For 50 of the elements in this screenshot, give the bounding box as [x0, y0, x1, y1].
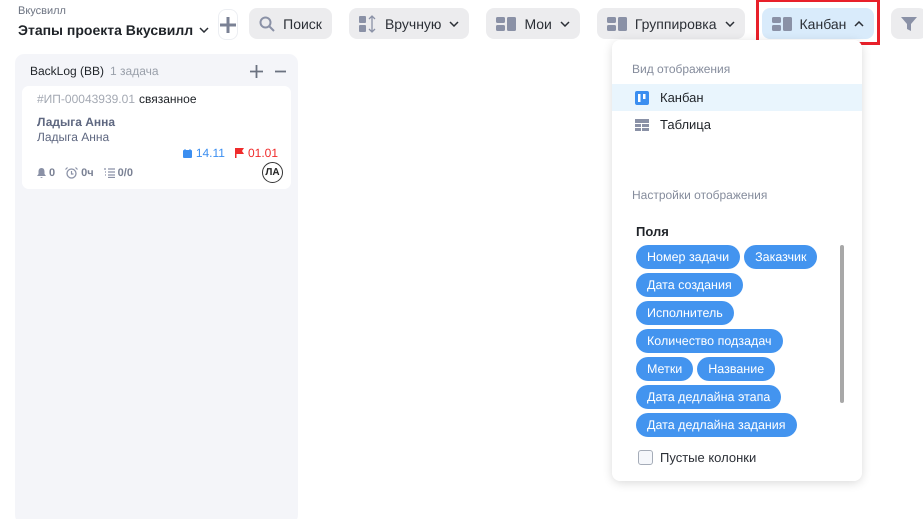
chevron-down-icon — [724, 20, 735, 26]
scrollbar[interactable] — [840, 245, 844, 403]
table-icon — [635, 118, 649, 130]
time-spent: 0ч — [81, 166, 94, 178]
view-option[interactable]: Таблица — [612, 111, 862, 138]
assignee-name: Ладыга Анна — [37, 130, 110, 144]
checklist-icon — [104, 168, 115, 178]
search-icon — [259, 16, 276, 32]
bell-icon — [37, 168, 46, 178]
task-count: 1 задача — [110, 64, 160, 78]
chevron-down-icon — [560, 20, 570, 26]
alarm-clock-icon — [65, 166, 78, 178]
checkbox-label: Пустые колонки — [660, 450, 756, 465]
chevron-up-icon — [854, 20, 864, 26]
filter-icon — [901, 16, 918, 32]
filter-button[interactable] — [891, 8, 923, 39]
start-date: 14.11 — [196, 146, 225, 160]
task-card[interactable]: #ИП-00043939.01 связанное Ладыга Анна Ладыга Анна 14.11 01.01 0 0ч 0/0 ЛА — [22, 86, 291, 189]
fields-heading: Поля — [635, 223, 670, 239]
section-label: Настройки отображения — [631, 188, 768, 202]
dropdown-button[interactable]: Группировка — [596, 8, 745, 39]
dropdown-button[interactable]: Вручную — [348, 8, 470, 39]
user-avatar: ЛА — [262, 162, 283, 183]
task-title: Ладыга Анна — [37, 115, 116, 129]
breadcrumb: Вкусвилл — [18, 4, 67, 18]
search-button[interactable]: Поиск — [249, 8, 332, 39]
chevron-down-icon — [199, 27, 210, 33]
plus-icon — [219, 16, 238, 34]
kanban-icon — [635, 90, 649, 104]
flag-icon — [234, 148, 244, 158]
task-number: #ИП-00043939.01 — [37, 92, 135, 106]
dropdown-button[interactable]: Мои — [486, 8, 580, 39]
plus-icon — [250, 64, 263, 78]
chevron-down-icon — [449, 20, 460, 26]
notification-count: 0 — [49, 166, 56, 178]
dropdown-button[interactable]: Канбан — [762, 8, 874, 39]
blocks-icon — [606, 16, 627, 30]
view-option[interactable]: Канбан — [612, 84, 862, 111]
project-title-dropdown[interactable]: Этапы проекта Вкусвилл — [18, 22, 210, 38]
deadline-date: 01.01 — [248, 146, 278, 160]
blocks-icon — [496, 16, 516, 30]
calendar-icon — [182, 148, 192, 158]
relation-label: связанное — [139, 92, 197, 106]
sort-icon — [358, 14, 377, 32]
column-title: BackLog (BB) — [30, 64, 104, 78]
blocks-icon — [772, 16, 792, 30]
add-button[interactable] — [250, 64, 263, 78]
section-label: Вид отображения — [631, 62, 732, 76]
checkbox[interactable] — [638, 450, 653, 465]
subtask-count: 0/0 — [118, 166, 133, 178]
